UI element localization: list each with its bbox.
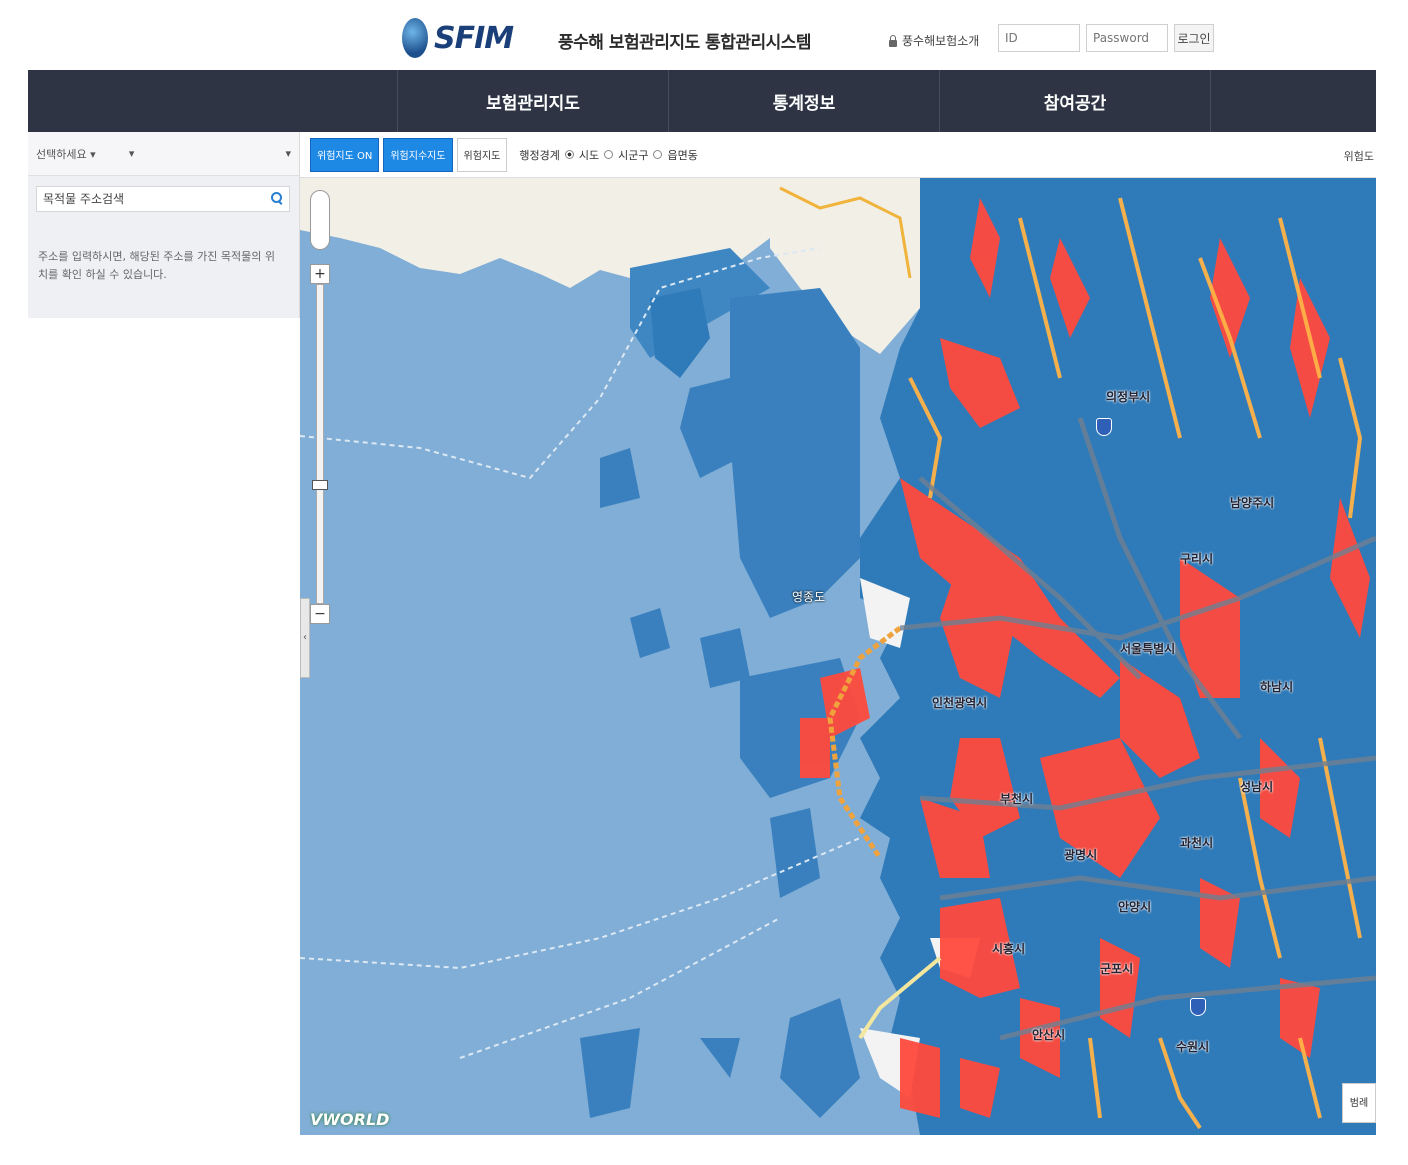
nav-item-insurance-map[interactable]: 보험관리지도	[398, 70, 669, 132]
map-label-incheon: 인천광역시	[932, 696, 988, 710]
header: SFIM 풍수해 보험관리지도 통합관리시스템 풍수해보험소개 로그인	[0, 0, 1408, 70]
region-select-dong[interactable]: ▾	[242, 147, 291, 160]
insurance-intro-label: 풍수해보험소개	[902, 34, 980, 48]
nav-item-participation[interactable]: 참여공간	[940, 70, 1211, 132]
nav-item-statistics[interactable]: 통계정보	[669, 70, 940, 132]
side-panel: 선택하세요 ▾ ▾ ▾ 목적물 주소검색 주소를 입력하시면, 해당된 주소를 …	[28, 132, 300, 318]
map-label-suwon: 수원시	[1176, 1040, 1210, 1054]
address-search-input[interactable]: 목적물 주소검색	[36, 186, 290, 212]
zoom-in-button[interactable]: +	[310, 264, 330, 284]
map-label-hanam: 하남시	[1260, 680, 1294, 694]
insurance-intro-link[interactable]: 풍수해보험소개	[888, 32, 979, 49]
map-label-bucheon: 부천시	[1000, 792, 1034, 806]
radio-sido[interactable]	[564, 150, 574, 159]
pan-control[interactable]	[310, 190, 330, 250]
login-button[interactable]: 로그인	[1174, 24, 1214, 52]
vworld-logo: VWORLD	[310, 1110, 390, 1129]
map-label-namyangju: 남양주시	[1230, 496, 1275, 510]
map-view[interactable]: 의정부시 남양주시 구리시 서울특별시 인천광역시 부천시 광명시 안양시 과천…	[300, 178, 1376, 1135]
lock-icon	[888, 34, 898, 47]
sfim-logo[interactable]: SFIM	[402, 18, 577, 58]
radio-dong[interactable]	[653, 150, 663, 159]
map-toolbar: 위험지도 ON 위험지수지도 위험지도 행정경계 시도 시군구 읍면동 위험도	[300, 132, 1376, 178]
highway-sign-icon	[1190, 998, 1206, 1016]
flood-risk-map-layer	[300, 178, 1376, 1135]
login-password-input[interactable]	[1086, 24, 1168, 52]
region-select-row: 선택하세요 ▾ ▾ ▾	[28, 132, 299, 176]
zoom-out-button[interactable]: −	[310, 604, 330, 624]
map-label-gwangmyeong: 광명시	[1064, 848, 1098, 862]
panel-collapse-handle[interactable]: ‹	[300, 598, 310, 678]
region-select-sido[interactable]: 선택하세요 ▾	[36, 146, 125, 162]
map-label-gwacheon: 과천시	[1180, 836, 1214, 850]
radio-sido-label: 시도	[578, 148, 600, 162]
map-label-yeongjongdo: 영종도	[792, 590, 826, 604]
admin-boundary-label: 행정경계	[519, 148, 560, 162]
risk-map-on-button[interactable]: 위험지도 ON	[310, 137, 380, 172]
globe-icon	[402, 18, 428, 58]
map-label-ansan: 안산시	[1032, 1028, 1066, 1042]
map-label-guri: 구리시	[1180, 552, 1214, 566]
address-search-placeholder: 목적물 주소검색	[43, 192, 125, 206]
radio-sigungu[interactable]	[604, 150, 614, 159]
map-label-seongnam: 성남시	[1240, 780, 1274, 794]
main-nav: 보험관리지도 통계정보 참여공간	[28, 70, 1376, 132]
risk-map-button[interactable]: 위험지도	[456, 137, 508, 172]
map-label-gunpo: 군포시	[1100, 962, 1134, 976]
risk-index-map-button[interactable]: 위험지수지도	[383, 137, 453, 172]
system-title: 풍수해 보험관리지도 통합관리시스템	[558, 33, 812, 53]
radio-sigungu-label: 시군구	[618, 148, 649, 162]
zoom-control: + −	[310, 190, 330, 630]
login-id-input[interactable]	[998, 24, 1080, 52]
legend-button[interactable]: 범례	[1342, 1083, 1376, 1123]
radio-dong-label: 읍면동	[667, 148, 698, 162]
zoom-slider[interactable]	[316, 284, 324, 604]
risk-level-label[interactable]: 위험도	[1344, 148, 1374, 164]
map-label-seoul: 서울특별시	[1120, 642, 1176, 656]
map-label-siheung: 시흥시	[992, 942, 1026, 956]
zoom-slider-handle[interactable]	[312, 480, 328, 490]
logo-text: SFIM	[434, 20, 514, 56]
map-label-uijeongbu: 의정부시	[1106, 390, 1151, 404]
search-icon[interactable]	[271, 192, 283, 204]
highway-sign-icon	[1096, 418, 1112, 436]
nav-spacer	[28, 70, 398, 132]
region-select-sigungu[interactable]: ▾	[129, 147, 238, 160]
search-help-text: 주소를 입력하시면, 해당된 주소를 가진 목적물의 위치를 확인 하실 수 있…	[38, 250, 275, 281]
admin-boundary-options: 행정경계 시도 시군구 읍면동	[519, 147, 697, 163]
map-label-anyang: 안양시	[1118, 900, 1152, 914]
